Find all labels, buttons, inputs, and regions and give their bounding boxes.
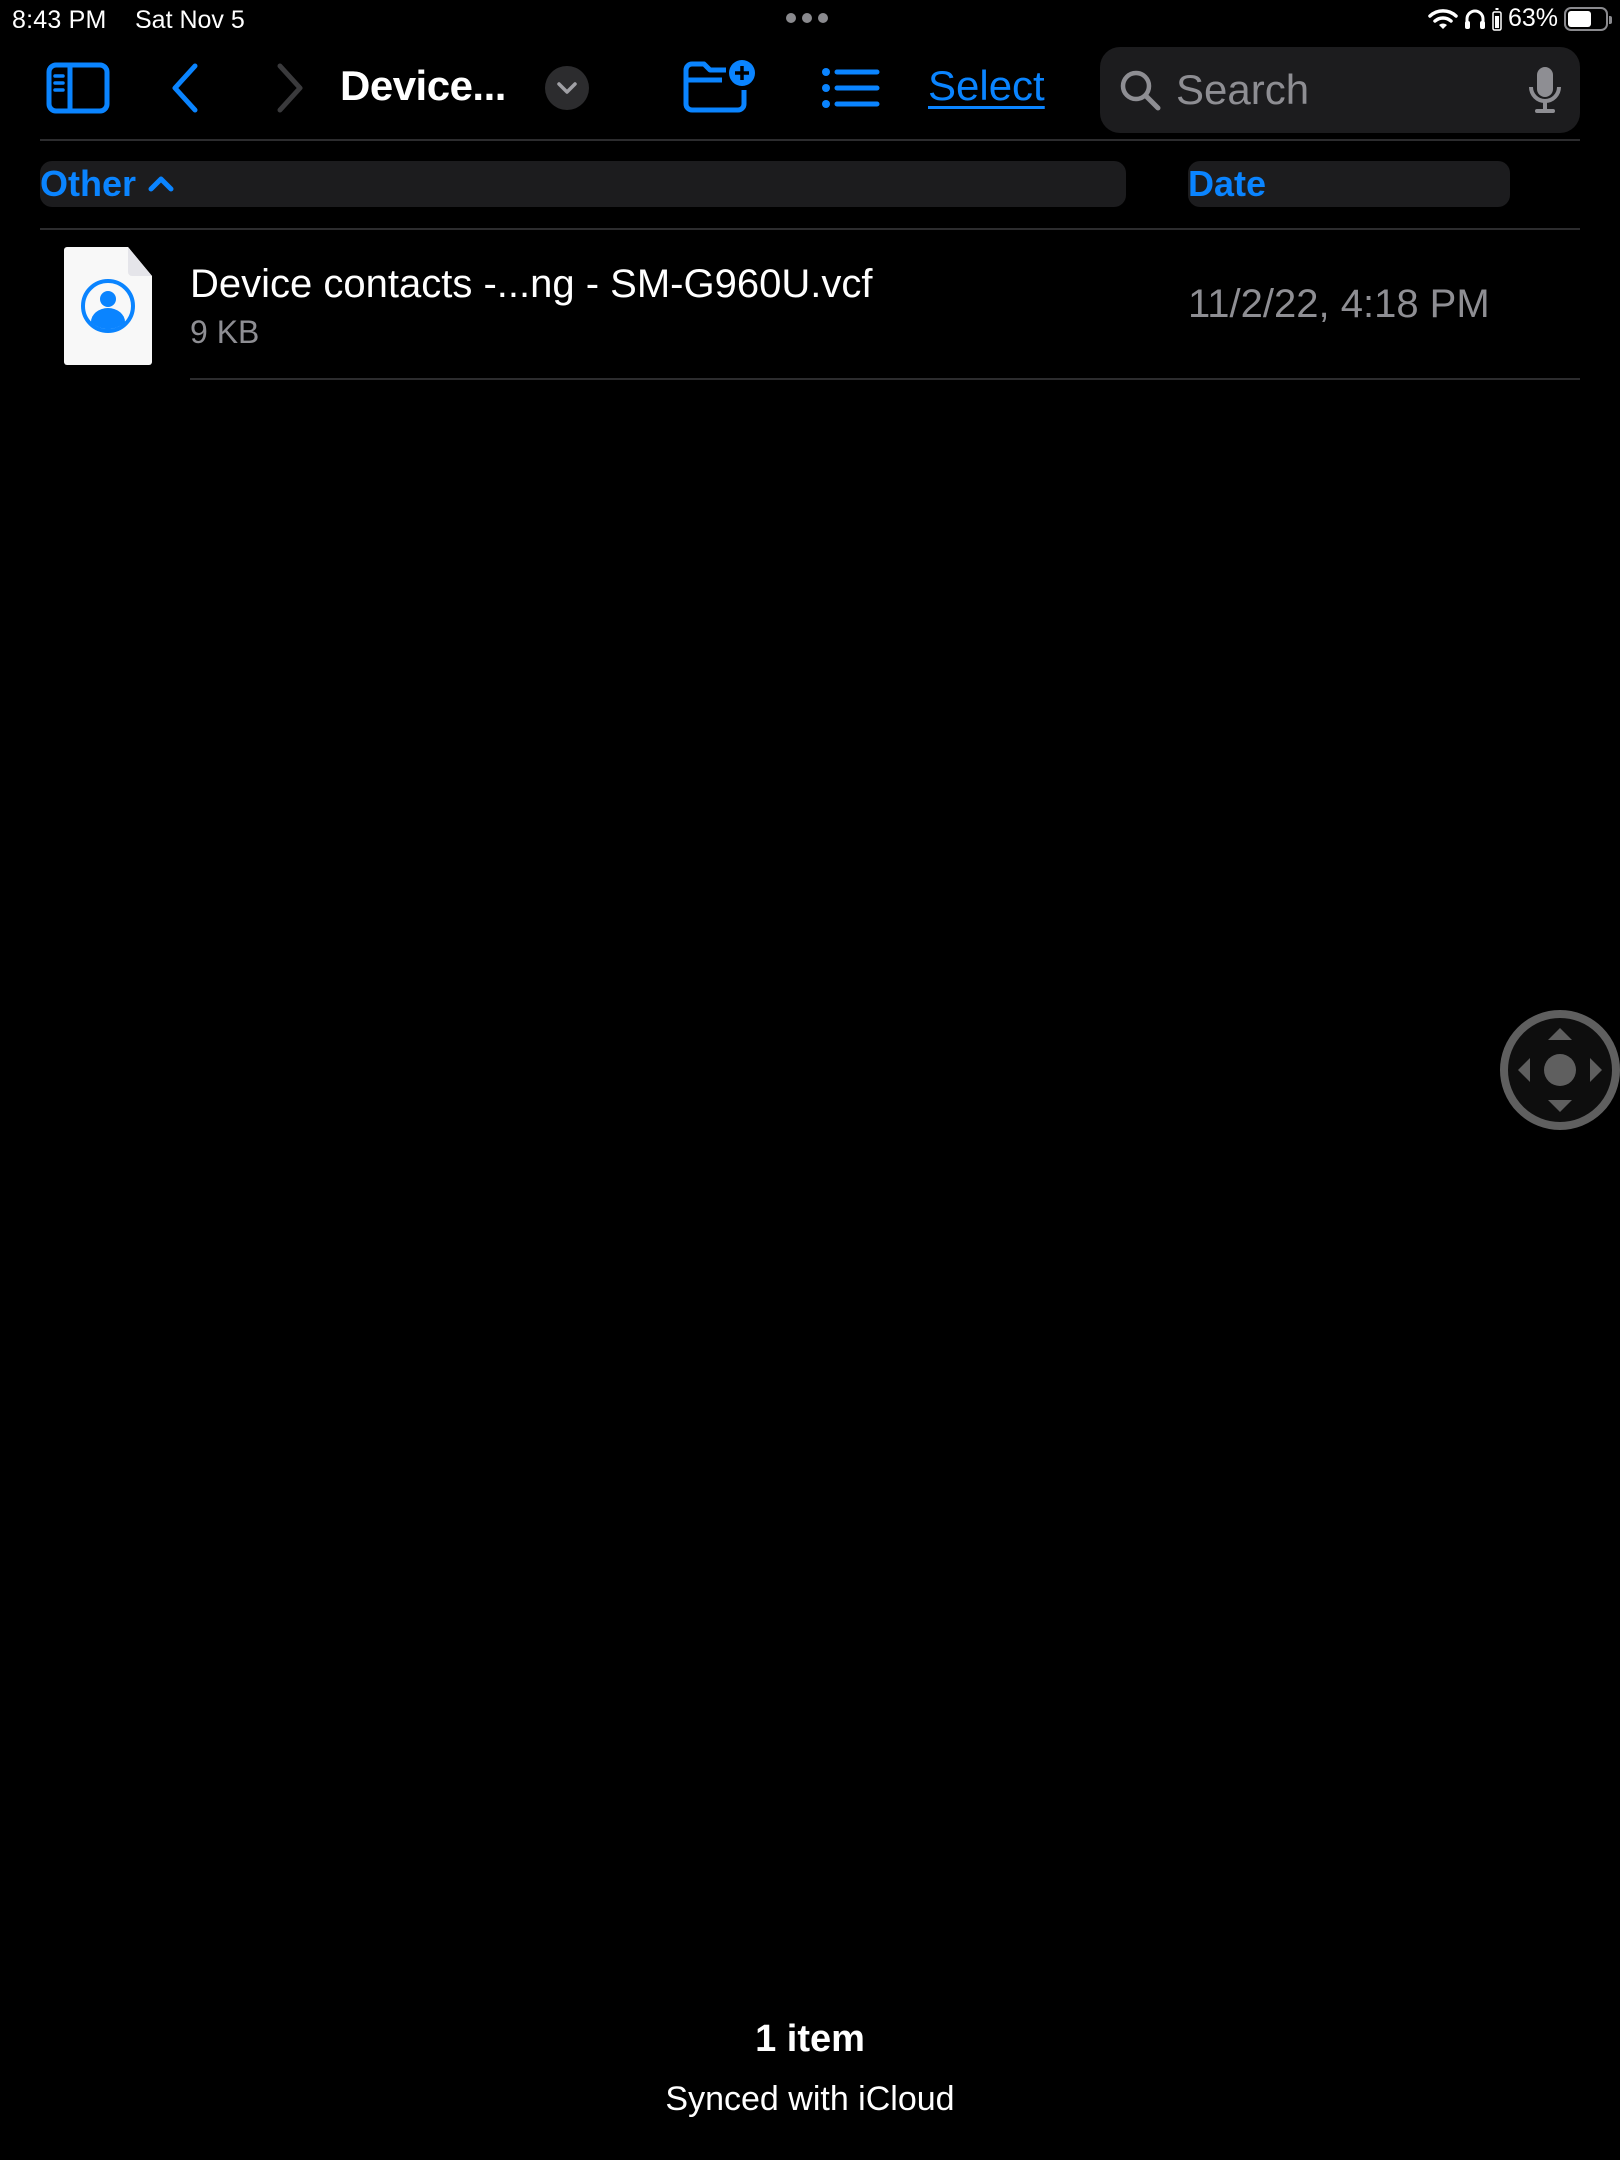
battery-percent: 63%: [1507, 4, 1558, 32]
header-divider: [40, 228, 1580, 230]
file-size: 9 KB: [190, 314, 260, 350]
row-divider: [190, 378, 1580, 380]
headphone-battery-icon: [1492, 7, 1502, 31]
status-date: Sat Nov 5: [135, 6, 245, 34]
back-button[interactable]: [160, 58, 210, 118]
contact-file-icon: [64, 247, 152, 365]
forward-button[interactable]: [265, 58, 315, 118]
list-view-icon: [822, 68, 880, 108]
assistive-touch-button[interactable]: [1500, 1010, 1620, 1130]
column-header-date-label: Date: [1188, 163, 1267, 204]
column-header-date[interactable]: Date: [1188, 161, 1510, 207]
chevron-down-icon: [557, 82, 577, 94]
sync-status: Synced with iCloud: [665, 2080, 955, 2118]
battery-icon: [1564, 6, 1612, 31]
file-name: Device contacts -...ng - SM-G960U.vcf: [190, 262, 873, 306]
page-title: Device...: [340, 62, 506, 109]
sidebar-toggle-button[interactable]: [44, 58, 112, 118]
item-count: 1 item: [755, 2018, 865, 2060]
title-menu-button[interactable]: [545, 66, 589, 110]
chevron-right-icon: [277, 63, 303, 113]
new-folder-icon: [683, 60, 755, 113]
toolbar-divider: [40, 139, 1580, 141]
status-time: 8:43 PM: [12, 6, 107, 34]
new-folder-button[interactable]: [680, 56, 760, 116]
chevron-left-icon: [172, 63, 198, 113]
select-button[interactable]: Select: [928, 62, 1045, 110]
search-field[interactable]: Search: [1100, 47, 1580, 133]
list-item[interactable]: Device contacts -...ng - SM-G960U.vcf 9 …: [40, 232, 1580, 380]
sidebar-toggle-icon: [46, 62, 110, 114]
file-date: 11/2/22, 4:18 PM: [1188, 282, 1490, 326]
directional-pad-icon: [1518, 1028, 1602, 1112]
headphones-icon: [1464, 9, 1485, 29]
toolbar: Device... Select Search: [0, 44, 1620, 140]
status-indicators: 63%: [1428, 4, 1612, 33]
search-icon: [1120, 70, 1161, 111]
multitasking-dots-icon[interactable]: [786, 13, 828, 23]
microphone-icon[interactable]: [1528, 65, 1562, 115]
view-options-button[interactable]: [818, 58, 884, 118]
column-header-name-label: Other: [40, 163, 137, 204]
wifi-icon: [1428, 8, 1458, 29]
column-header-name[interactable]: Other: [40, 161, 1126, 207]
search-input[interactable]: Search: [1176, 66, 1528, 114]
chevron-up-icon: [148, 176, 174, 192]
